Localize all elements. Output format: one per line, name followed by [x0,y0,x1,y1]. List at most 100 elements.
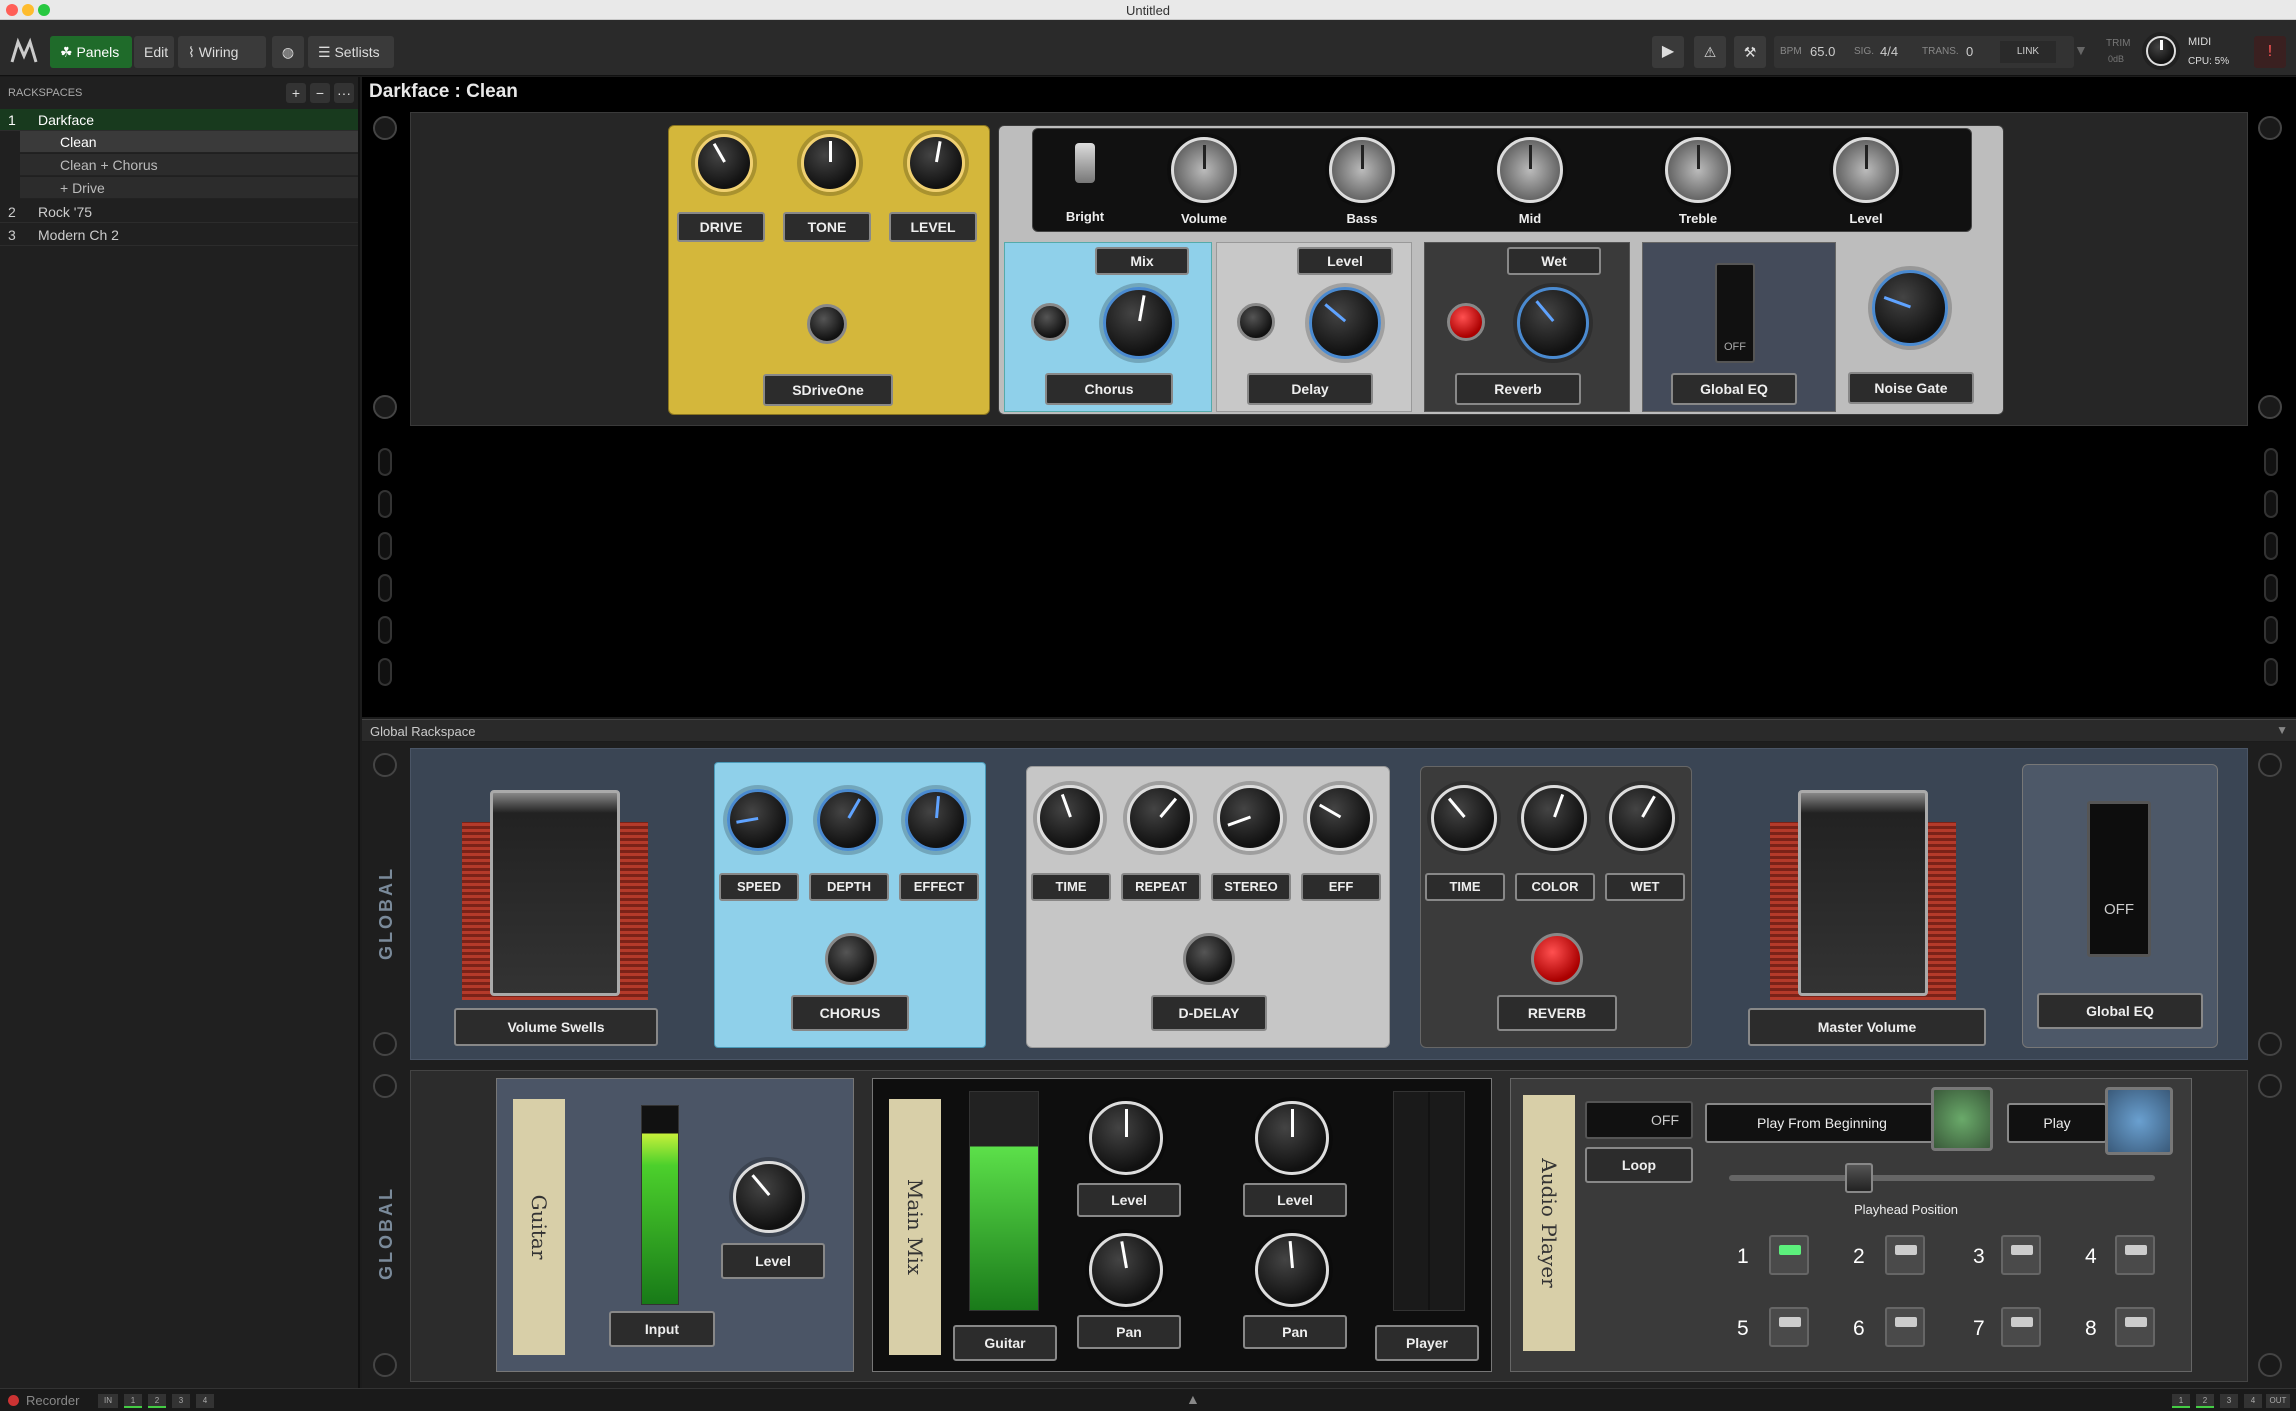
app-logo-icon [10,37,38,63]
guitar-pan-knob[interactable] [1089,1233,1163,1307]
volume-knob[interactable] [1171,137,1237,203]
guitar-level-knob[interactable] [1089,1101,1163,1175]
preset-button-8[interactable] [2115,1307,2155,1347]
list-icon: ☰ [318,44,335,60]
preset-button-3[interactable] [2001,1235,2041,1275]
delay-slot: Level Delay [1216,242,1412,412]
guitar-tape-label: Guitar [513,1099,565,1355]
variation-item[interactable]: Clean [20,131,358,153]
preset-button-1[interactable] [1769,1235,1809,1275]
reverb-wet-knob-global[interactable] [1609,785,1675,851]
input-level-knob[interactable] [733,1161,805,1233]
reverb-time-knob[interactable] [1431,785,1497,851]
setlists-button[interactable]: ☰ Setlists [308,36,394,68]
metronome-button[interactable]: ⚠ [1694,36,1726,68]
reverb-bypass-button[interactable] [1447,303,1485,341]
master-volume-pedal[interactable] [1798,790,1928,996]
level-knob[interactable] [907,134,965,192]
sig-value[interactable]: 4/4 [1880,36,1898,68]
tuner-icon: ⚒ [1743,44,1757,60]
delay-eff-knob[interactable] [1307,785,1373,851]
rackspace-item[interactable]: 1 Darkface [0,109,358,131]
speed-knob[interactable] [727,789,789,851]
edit-button[interactable]: Edit [134,36,174,68]
playhead-slider-handle[interactable] [1845,1163,1873,1193]
trim-knob[interactable] [2146,36,2176,66]
trans-value[interactable]: 0 [1966,36,1973,68]
chorus-footswitch[interactable] [825,933,877,985]
delay-stereo-knob[interactable] [1217,785,1283,851]
depth-knob[interactable] [817,789,879,851]
expand-up-icon[interactable]: ▲ [1186,1391,1200,1407]
chorus-bypass-button[interactable] [1031,303,1069,341]
reverb-color-knob[interactable] [1521,785,1587,851]
playhead-slider[interactable] [1729,1175,2155,1181]
input-indicator: IN [98,1394,118,1408]
tuner-button[interactable]: ⚒ [1734,36,1766,68]
global-eq-switch[interactable]: OFF [2087,801,2151,957]
preset-button-6[interactable] [1885,1307,1925,1347]
drive-knob[interactable] [695,134,753,192]
volume-swells-pedal[interactable] [490,790,620,996]
sig-label: SIG. [1854,46,1875,57]
variation-item[interactable]: Clean + Chorus [20,154,358,176]
dropdown-arrow-icon[interactable]: ▼ [2074,42,2088,58]
variation-item[interactable]: + Drive [20,177,358,199]
play-led[interactable] [2105,1087,2173,1155]
loop-button[interactable]: Loop [1585,1147,1693,1183]
out-channel-indicator: 3 [2220,1394,2238,1408]
player-level-knob[interactable] [1255,1101,1329,1175]
wiring-button[interactable]: ⌇ Wiring [178,36,266,68]
preset-button-7[interactable] [2001,1307,2041,1347]
treble-knob[interactable] [1665,137,1731,203]
preset-button-5[interactable] [1769,1307,1809,1347]
player-pan-knob[interactable] [1255,1233,1329,1307]
more-options-button[interactable]: ··· [334,83,354,103]
preset-button-4[interactable] [2115,1235,2155,1275]
delay-level-knob[interactable] [1309,287,1381,359]
recorder-label[interactable]: Recorder [26,1393,79,1408]
add-rackspace-button[interactable]: + [286,83,306,103]
rackspace-item[interactable]: 3 Modern Ch 2 [0,224,358,246]
panels-button[interactable]: ☘ Panels [50,36,132,68]
global-eq-module-label: Global EQ [2037,993,2203,1029]
volume-swells-label: Volume Swells [454,1008,658,1046]
play-from-beginning-button[interactable]: Play From Beginning [1705,1103,1939,1143]
play-button[interactable]: Play [2007,1103,2107,1143]
global-eq-toggle[interactable]: OFF [1715,263,1755,363]
collapse-icon[interactable]: ▼ [2276,723,2288,737]
depth-label: DEPTH [809,873,889,901]
play-from-beginning-led[interactable] [1931,1087,1993,1151]
amp-level-knob[interactable] [1833,137,1899,203]
guitar-channel-label: Guitar [953,1325,1057,1361]
link-button[interactable]: LINK [2000,41,2056,63]
out-channel-indicator: 1 [2172,1394,2190,1408]
delay-bypass-button[interactable] [1237,303,1275,341]
delay-repeat-knob[interactable] [1127,785,1193,851]
on-off-toggle[interactable]: OFF [1585,1101,1693,1139]
preset-button-2[interactable] [1885,1235,1925,1275]
rack-screw [373,395,397,419]
mid-knob[interactable] [1497,137,1563,203]
record-icon[interactable] [8,1395,19,1406]
wiring-label: Wiring [198,44,239,60]
reverb-footswitch[interactable] [1531,933,1583,985]
chorus-slot: Mix Chorus [1004,242,1212,412]
effect-knob[interactable] [905,789,967,851]
bass-knob[interactable] [1329,137,1395,203]
globe-button[interactable]: ◍ [272,36,304,68]
remove-rackspace-button[interactable]: − [310,83,330,103]
tone-knob[interactable] [801,134,859,192]
chorus-mix-knob[interactable] [1103,287,1175,359]
rackspace-item[interactable]: 2 Rock '75 [0,201,358,223]
noise-gate-knob[interactable] [1872,270,1948,346]
alert-icon[interactable]: ! [2254,36,2286,68]
delay-time-knob[interactable] [1037,785,1103,851]
delay-footswitch[interactable] [1183,933,1235,985]
play-transport-button[interactable]: ▶ [1652,36,1684,68]
global-rackspace-bar[interactable]: Global Rackspace ▼ [362,719,2296,741]
reverb-wet-knob[interactable] [1517,287,1589,359]
sdrive-footswitch[interactable] [807,304,847,344]
bright-switch[interactable] [1075,143,1095,183]
bpm-value[interactable]: 65.0 [1810,36,1835,68]
